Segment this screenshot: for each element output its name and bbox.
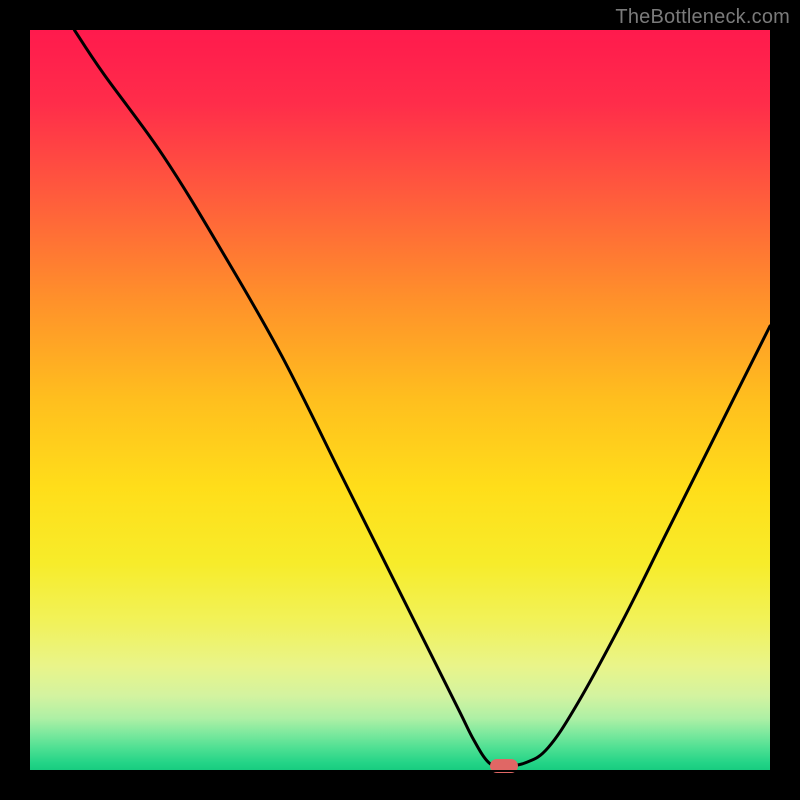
bottleneck-curve [30,30,770,770]
chart-frame: TheBottleneck.com [0,0,800,800]
plot-area [30,30,770,770]
x-axis [30,770,770,772]
curve-path [74,30,770,766]
watermark-text: TheBottleneck.com [615,6,790,29]
